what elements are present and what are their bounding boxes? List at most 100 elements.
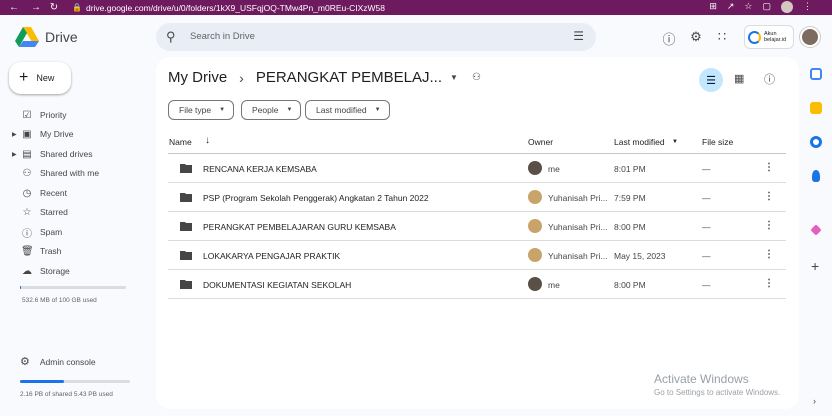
star-icon: ☆: [22, 206, 32, 218]
sidebar-item-starred[interactable]: ☆ Starred: [12, 203, 142, 221]
people-filter[interactable]: People ▼: [241, 100, 302, 120]
storage-usage-bar: [20, 286, 126, 289]
sidebar-item-label: Recent: [40, 188, 67, 198]
apps-grid-icon[interactable]: ∷: [714, 29, 730, 45]
grid-view-icon[interactable]: ▦: [734, 72, 744, 85]
last-modified-value: 8:01 PM: [614, 164, 646, 174]
people-filter-label: People: [252, 105, 279, 115]
sidebar-item-label: Priority: [40, 110, 67, 120]
search-options-icon[interactable]: ☰: [573, 29, 584, 43]
extensions-icon[interactable]: ▢: [762, 1, 771, 13]
sort-caret-down-icon[interactable]: ▼: [672, 139, 678, 145]
file-size-value: —: [702, 251, 711, 261]
sidebar-item-label: Shared with me: [40, 168, 100, 178]
cloud-icon: ☁: [22, 265, 32, 277]
browser-menu-icon[interactable]: ⋮: [803, 1, 812, 13]
expand-caret-icon[interactable]: ▶: [12, 151, 17, 158]
add-addon-icon[interactable]: +: [811, 258, 819, 274]
sidebar-item-label: Spam: [40, 227, 63, 237]
calendar-icon[interactable]: [810, 68, 822, 80]
drive-logo-icon: [15, 27, 39, 47]
table-row[interactable]: DOKUMENTASI KEGIATAN SEKOLAH me 8:00 PM …: [168, 270, 786, 299]
bookmark-star-icon[interactable]: ☆: [744, 1, 752, 13]
folder-menu-caret-icon[interactable]: ▼: [450, 73, 458, 82]
file-type-filter[interactable]: File type ▼: [168, 100, 235, 120]
breadcrumb: My Drive › PERANGKAT PEMBELAJ... ▼ ⚇: [168, 69, 481, 86]
list-view-button[interactable]: ☰: [699, 68, 723, 92]
chevron-down-icon: ▼: [374, 107, 381, 113]
owner-name: me: [548, 280, 560, 290]
expand-caret-icon[interactable]: ▶: [12, 131, 17, 138]
lock-icon: 🔒: [72, 3, 82, 12]
back-arrow-icon[interactable]: ←: [6, 2, 22, 13]
sidebar-item-priority[interactable]: ☑ Priority: [12, 106, 142, 124]
sidebar-item-storage[interactable]: ☁ Storage: [12, 262, 142, 280]
table-row[interactable]: LOKAKARYA PENGAJAR PRAKTIK Yuhanisah Pri…: [168, 241, 786, 270]
more-actions-icon[interactable]: ⋮: [764, 220, 774, 231]
spam-icon: ⓘ: [22, 228, 32, 240]
account-avatar[interactable]: [800, 27, 820, 47]
shared-storage-fill: [20, 380, 64, 383]
column-header-last-modified[interactable]: Last modified: [614, 137, 665, 147]
install-icon[interactable]: ⊞: [709, 1, 717, 13]
search-icon[interactable]: ⚲: [166, 29, 176, 45]
owner-name: me: [548, 164, 560, 174]
share-icon[interactable]: ↗: [727, 1, 735, 13]
chevron-right-icon[interactable]: ›: [813, 396, 816, 406]
table-row[interactable]: PERANGKAT PEMBELAJARAN GURU KEMSABA Yuha…: [168, 212, 786, 241]
last-modified-filter-label: Last modified: [316, 105, 367, 115]
help-icon[interactable]: ⓘ: [661, 29, 677, 48]
addon-icon[interactable]: [810, 224, 822, 236]
organization-chip[interactable]: Akun belajar.id: [744, 25, 794, 49]
sidebar-item-trash[interactable]: 🗑 Trash: [12, 242, 142, 260]
drive-logo[interactable]: Drive: [15, 26, 78, 48]
last-modified-value: 8:00 PM: [614, 222, 646, 232]
search-input[interactable]: Search in Drive: [190, 31, 255, 42]
file-name: PSP (Program Sekolah Penggerak) Angkatan…: [203, 193, 429, 203]
forward-arrow-icon[interactable]: →: [28, 2, 44, 13]
shared-drives-icon: ▤: [22, 148, 32, 160]
sidebar-item-recent[interactable]: ◷ Recent: [12, 184, 142, 202]
keep-icon[interactable]: [810, 102, 822, 114]
table-row[interactable]: RENCANA KERJA KEMSABA me 8:01 PM — ⋮: [168, 154, 786, 183]
file-size-value: —: [702, 222, 711, 232]
more-actions-icon[interactable]: ⋮: [764, 162, 774, 173]
sidebar-item-label: My Drive: [40, 129, 74, 139]
last-modified-value: 7:59 PM: [614, 193, 646, 203]
search-bar[interactable]: ⚲ Search in Drive ☰: [156, 23, 596, 51]
last-modified-filter[interactable]: Last modified ▼: [305, 100, 390, 120]
owner-name: Yuhanisah Pri...: [548, 251, 608, 261]
shared-storage-text: 2.16 PB of shared 5.43 PB used: [20, 391, 113, 398]
file-size-value: —: [702, 164, 711, 174]
sidebar-item-shared-drives[interactable]: ▶ ▤ Shared drives: [12, 145, 142, 163]
more-actions-icon[interactable]: ⋮: [764, 191, 774, 202]
more-actions-icon[interactable]: ⋮: [764, 249, 774, 260]
contacts-icon[interactable]: [812, 170, 820, 182]
column-header-name[interactable]: Name: [169, 137, 192, 147]
details-info-icon[interactable]: ⓘ: [764, 71, 775, 87]
reload-icon[interactable]: ↻: [46, 2, 62, 13]
admin-console-link[interactable]: ⚙ Admin console: [20, 355, 96, 368]
settings-gear-icon[interactable]: ⚙: [688, 29, 704, 45]
shared-storage-bar: [20, 380, 130, 383]
tasks-icon[interactable]: [810, 136, 822, 148]
windows-activation-watermark: Activate Windows Go to Settings to activ…: [654, 372, 780, 397]
more-actions-icon[interactable]: ⋮: [764, 278, 774, 289]
table-row[interactable]: PSP (Program Sekolah Penggerak) Angkatan…: [168, 183, 786, 212]
chevron-right-icon: ›: [239, 69, 244, 86]
new-button[interactable]: + New: [9, 62, 71, 94]
sidebar-item-spam[interactable]: ⓘ Spam: [12, 223, 142, 241]
sidebar-item-label: Trash: [40, 246, 62, 256]
breadcrumb-my-drive[interactable]: My Drive: [168, 69, 227, 86]
owner-avatar: [528, 190, 542, 204]
breadcrumb-current-folder[interactable]: PERANGKAT PEMBELAJ...: [256, 69, 442, 86]
sidebar-item-shared-with-me[interactable]: ⚇ Shared with me: [12, 164, 142, 182]
my-drive-icon: ▣: [22, 128, 32, 140]
owner-avatar: [528, 277, 542, 291]
browser-profile-avatar[interactable]: [781, 1, 793, 13]
trash-icon: 🗑: [21, 245, 34, 257]
address-bar[interactable]: 🔒 drive.google.com/drive/u/0/folders/1kX…: [72, 1, 712, 14]
sidebar-item-my-drive[interactable]: ▶ ▣ My Drive: [12, 125, 142, 143]
recent-icon: ◷: [22, 187, 32, 199]
sort-arrow-down-icon[interactable]: ↓: [205, 135, 210, 146]
